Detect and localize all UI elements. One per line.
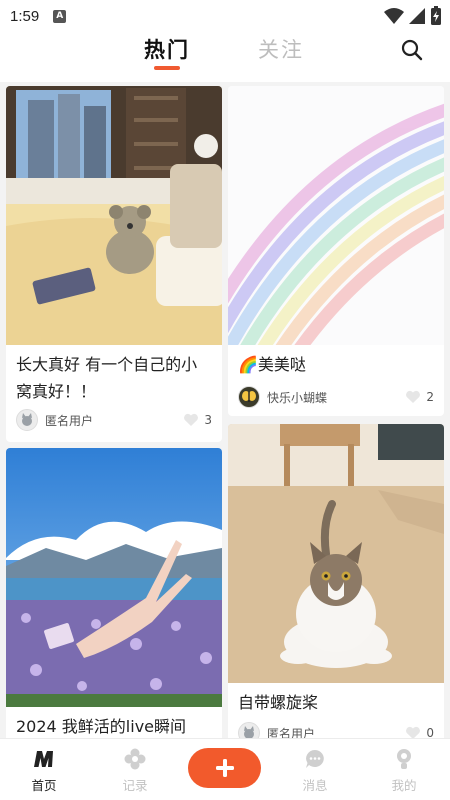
- nav-record-label: 记录: [122, 778, 148, 793]
- flower-icon: [124, 748, 146, 770]
- profile-icon: [397, 749, 411, 769]
- tab-follow[interactable]: 关注: [258, 34, 304, 64]
- post-feed: 长大真好 有一个自己的小窝真好！！ 匿名用户 3 🌈美美哒 快乐小蝴蝶 2 20…: [0, 82, 450, 738]
- author-name: 快乐小蝴蝶: [267, 390, 328, 405]
- post-image-cat: [228, 424, 444, 683]
- heart-icon: [406, 390, 421, 403]
- status-icons: [384, 6, 442, 26]
- nav-profile-label: 我的: [391, 778, 417, 793]
- wifi-icon: [384, 8, 404, 24]
- like-button[interactable]: 2: [405, 390, 434, 404]
- avatar: [238, 386, 260, 408]
- top-tab-bar: 热门 关注: [0, 32, 450, 82]
- heart-icon: [406, 726, 421, 738]
- butterfly-avatar-icon: [242, 391, 256, 402]
- author-name: 匿名用户: [267, 726, 316, 739]
- notification-a-icon: A: [53, 9, 67, 23]
- post-title: 🌈美美哒: [238, 355, 306, 374]
- post-card[interactable]: 自带螺旋桨 匿名用户 0: [228, 424, 444, 738]
- post-title: 2024 我鲜活的live瞬间: [16, 717, 187, 736]
- post-image-rainbow: [228, 86, 444, 345]
- post-footer: 匿名用户 0: [238, 722, 434, 738]
- status-time: 1:59: [10, 7, 40, 25]
- post-card[interactable]: 长大真好 有一个自己的小窝真好！！ 匿名用户 3: [6, 86, 222, 442]
- bottom-nav: 首页 记录 消息 我的: [0, 738, 450, 800]
- post-title: 自带螺旋桨: [238, 693, 319, 712]
- chat-bubble-icon: [306, 750, 324, 768]
- author-name: 匿名用户: [45, 413, 94, 428]
- like-button[interactable]: 0: [405, 726, 434, 738]
- avatar: [16, 409, 38, 431]
- post-card[interactable]: 🌈美美哒 快乐小蝴蝶 2: [228, 86, 444, 416]
- like-count: 2: [426, 390, 434, 404]
- nav-messages-label: 消息: [302, 778, 328, 793]
- anonymous-avatar-icon: [244, 726, 254, 738]
- post-image-lake-flowers: [6, 448, 222, 707]
- anonymous-avatar-icon: [22, 413, 32, 426]
- nav-home-label: 首页: [31, 778, 57, 793]
- search-icon[interactable]: [400, 38, 424, 62]
- plus-icon: [215, 759, 234, 777]
- m-logo-icon: [34, 751, 53, 767]
- nav-record[interactable]: 记录: [105, 747, 165, 794]
- heart-icon: [184, 413, 199, 426]
- add-post-button[interactable]: [188, 748, 261, 788]
- like-count: 3: [204, 413, 212, 427]
- nav-home[interactable]: 首页: [14, 747, 74, 794]
- post-card[interactable]: 2024 我鲜活的live瞬间: [6, 448, 222, 738]
- post-image-bedroom: [6, 86, 222, 345]
- avatar: [238, 722, 260, 738]
- like-count: 0: [426, 726, 434, 738]
- active-tab-indicator: [154, 66, 180, 70]
- post-footer: 匿名用户 3: [16, 409, 212, 431]
- like-button[interactable]: 3: [183, 413, 212, 427]
- signal-icon: [409, 8, 425, 24]
- nav-profile[interactable]: 我的: [374, 747, 434, 794]
- nav-messages[interactable]: 消息: [285, 747, 345, 794]
- status-bar: 1:59 A: [0, 0, 450, 32]
- post-title: 长大真好 有一个自己的小窝真好！！: [16, 355, 198, 401]
- tab-hot[interactable]: 热门: [144, 34, 190, 64]
- battery-icon: [431, 6, 441, 25]
- post-footer: 快乐小蝴蝶 2: [238, 386, 434, 408]
